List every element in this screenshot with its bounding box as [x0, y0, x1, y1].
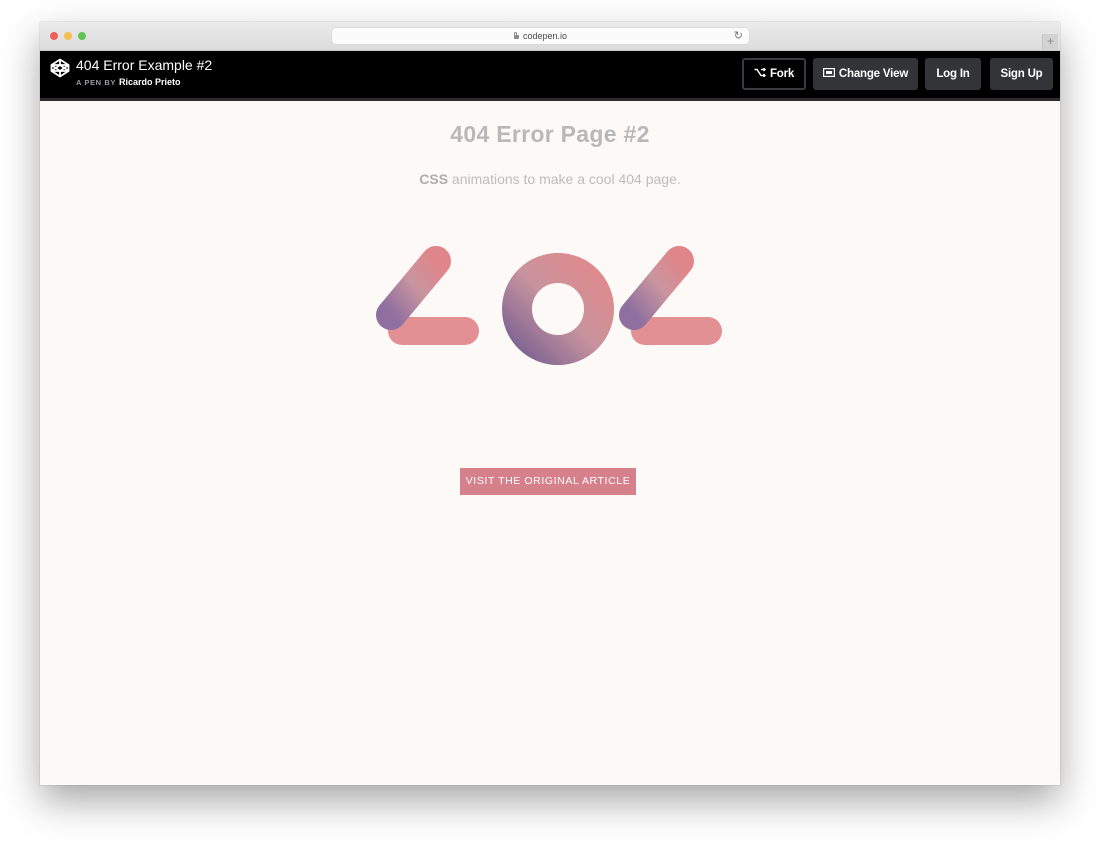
layout-icon	[822, 68, 835, 78]
page-subtitle: CSS animations to make a cool 404 page.	[40, 171, 1060, 187]
new-tab-button[interactable]: +	[1042, 34, 1058, 49]
pen-title: 404 Error Example #2	[76, 57, 213, 73]
digit-zero	[502, 253, 614, 365]
visit-original-article-button[interactable]: VISIT THE ORIGINAL ARTICLE	[460, 468, 636, 495]
fork-icon	[754, 68, 766, 78]
browser-window: codepen.io ↻ + 404 Error Example #2 A PE…	[40, 22, 1060, 785]
digit-four-left	[376, 244, 479, 379]
codepen-header: 404 Error Example #2 A PEN BY Ricardo Pri…	[40, 51, 1060, 101]
fork-button[interactable]: Fork	[742, 58, 806, 90]
pen-preview: 404 Error Page #2 CSS animations to make…	[40, 101, 1060, 785]
close-window-button[interactable]	[50, 32, 58, 40]
change-view-button[interactable]: Change View	[813, 58, 918, 90]
page-heading: 404 Error Page #2	[450, 121, 650, 147]
404-illustration	[376, 244, 722, 379]
log-in-button[interactable]: Log In	[925, 58, 981, 90]
fork-label: Fork	[769, 68, 795, 80]
digit-four-right	[619, 244, 722, 379]
change-view-label: Change View	[838, 68, 909, 80]
lock-icon	[513, 32, 519, 39]
pen-byline: A PEN BY Ricardo Prieto	[76, 77, 180, 87]
sign-up-button[interactable]: Sign Up	[990, 58, 1053, 90]
reload-icon[interactable]: ↻	[734, 28, 743, 44]
codepen-logo-icon[interactable]	[50, 58, 70, 78]
url-text: codepen.io	[522, 31, 568, 41]
browser-titlebar: codepen.io ↻ +	[40, 22, 1060, 51]
author-link[interactable]: Ricardo Prieto	[119, 77, 181, 87]
address-bar[interactable]: codepen.io ↻	[332, 28, 749, 44]
byline-prefix: A PEN BY	[76, 78, 116, 87]
minimize-window-button[interactable]	[64, 32, 72, 40]
subtitle-text: animations to make a cool 404 page.	[448, 171, 681, 187]
subtitle-bold: CSS	[419, 171, 449, 187]
zoom-window-button[interactable]	[78, 32, 86, 40]
